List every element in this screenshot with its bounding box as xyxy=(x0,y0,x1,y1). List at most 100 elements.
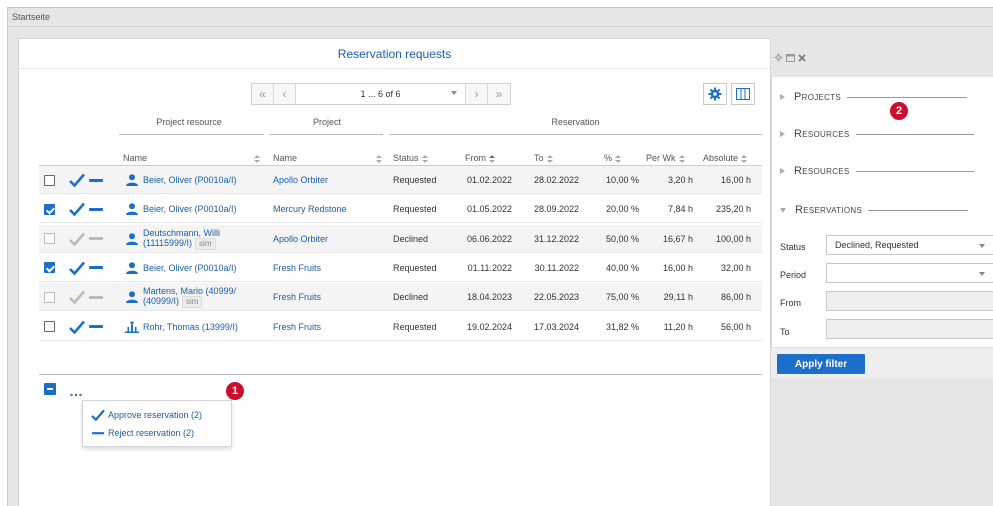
page-select[interactable]: 1 ... 6 of 6 xyxy=(296,84,466,104)
table-row[interactable]: Martens, Mario (40999/(40999/I) sim Fresh … xyxy=(39,283,762,312)
columns-icon xyxy=(736,88,750,100)
resource-link[interactable]: Deutschmann, Willi (11115999/I) sim xyxy=(125,225,220,253)
reject-icon[interactable] xyxy=(89,178,103,182)
to-cell: 31.12.2022 xyxy=(533,233,579,244)
table-row[interactable]: Deutschmann, Willi (11115999/I) sim Apollo … xyxy=(39,224,762,253)
page-select-value: 1 ... 6 of 6 xyxy=(360,89,401,99)
col-label: Name xyxy=(273,153,298,163)
resource-link[interactable]: Beier, Oliver (P0010a/I) xyxy=(125,195,237,223)
reservation-requests-panel: Reservation requests « ‹ 1 ... 6 of 6 › … xyxy=(18,38,771,506)
section-projects[interactable]: Projects xyxy=(780,89,968,105)
col-header-per-wk[interactable]: Per Wk xyxy=(646,153,685,163)
from-cell: 19.02.2024 xyxy=(466,321,512,332)
to-cell: 28.02.2022 xyxy=(533,175,579,185)
section-reservations[interactable]: Reservations xyxy=(780,202,969,218)
section-label: Projects xyxy=(794,91,842,103)
sim-badge: sim xyxy=(182,296,203,309)
status-cell: Requested xyxy=(393,262,437,273)
row-checkbox[interactable] xyxy=(44,233,55,245)
col-header-absolute[interactable]: Absolute xyxy=(703,153,748,163)
period-select[interactable] xyxy=(826,263,993,283)
to-date-field[interactable] xyxy=(826,319,993,339)
apply-filter-button[interactable]: Apply filter xyxy=(777,354,865,374)
col-header-resource-name[interactable]: Name xyxy=(123,153,147,163)
chevron-down-icon xyxy=(979,272,985,276)
breadcrumb[interactable]: Startseite xyxy=(12,12,50,22)
col-label: Per Wk xyxy=(646,153,676,163)
gear-icon xyxy=(708,87,722,101)
col-header-status[interactable]: Status xyxy=(393,153,428,163)
project-link[interactable]: Fresh Fruits xyxy=(273,322,321,332)
last-page-button[interactable]: » xyxy=(488,84,510,104)
col-header-to[interactable]: To xyxy=(534,153,553,163)
project-link[interactable]: Fresh Fruits xyxy=(273,292,321,302)
col-header-percent[interactable]: % xyxy=(604,153,622,163)
filter-panel-toolbar xyxy=(771,38,824,77)
more-actions-icon[interactable]: … xyxy=(69,383,84,399)
checkmark-icon xyxy=(91,409,105,421)
row-checkbox[interactable] xyxy=(44,203,55,215)
approve-icon[interactable] xyxy=(69,320,85,334)
close-icon[interactable] xyxy=(798,53,806,62)
row-checkbox[interactable] xyxy=(44,321,55,332)
resource-link[interactable]: Martens, Mario (40999/(40999/I) sim xyxy=(125,283,236,311)
filter-actions-bar: Apply filter xyxy=(771,347,993,378)
from-date-field[interactable] xyxy=(826,291,993,311)
table-row[interactable]: Rohr, Thomas (13999/I) Fresh Fruits Reques… xyxy=(39,313,762,341)
reject-reservation-menu-item[interactable]: Reject reservation (2) xyxy=(91,424,223,442)
pager: « ‹ 1 ... 6 of 6 › » xyxy=(251,83,511,105)
to-cell: 22.05.2023 xyxy=(533,292,579,303)
approve-icon[interactable] xyxy=(69,173,85,187)
status-select-value: Declined, Requested xyxy=(835,240,919,250)
reject-icon[interactable] xyxy=(89,266,103,270)
section-resources-2[interactable]: Resources xyxy=(780,163,974,179)
gear-icon[interactable] xyxy=(774,53,783,62)
resource-link[interactable]: Beier, Oliver (P0010a/I) xyxy=(125,254,237,282)
reject-icon[interactable] xyxy=(89,325,103,328)
person-icon xyxy=(126,203,138,216)
from-label: From xyxy=(780,298,801,308)
col-label: Status xyxy=(393,153,419,163)
divider xyxy=(855,170,974,172)
table-row[interactable]: Beier, Oliver (P0010a/I) Apollo Orbiter Re… xyxy=(39,166,762,194)
divider xyxy=(847,96,968,98)
resource-link[interactable]: Beier, Oliver (P0010a/I) xyxy=(125,166,237,194)
maximize-icon[interactable] xyxy=(786,53,795,62)
section-resources-1[interactable]: Resources xyxy=(780,126,974,142)
col-label: Absolute xyxy=(703,153,739,163)
row-checkbox[interactable] xyxy=(44,262,55,274)
absolute-cell: 235,20 h xyxy=(715,204,751,215)
col-header-project-name[interactable]: Name xyxy=(273,153,297,163)
expand-icon xyxy=(780,131,785,137)
project-link[interactable]: Apollo Orbiter xyxy=(273,175,328,185)
group-header-resource: Project resource xyxy=(156,117,222,127)
project-link[interactable]: Mercury Redstone xyxy=(273,204,347,214)
divider xyxy=(868,209,969,211)
table-row[interactable]: Beier, Oliver (P0010a/I) Fresh Fruits Requ… xyxy=(39,254,762,282)
approve-icon[interactable] xyxy=(69,261,85,275)
reject-icon[interactable] xyxy=(89,207,103,211)
approve-reservation-menu-item[interactable]: Approve reservation (2) xyxy=(91,406,223,424)
chevron-down-icon xyxy=(451,91,457,95)
col-header-from[interactable]: From xyxy=(465,153,495,163)
prev-page-button[interactable]: ‹ xyxy=(274,84,296,104)
table-row[interactable]: Beier, Oliver (P0010a/I) Mercury Redstone… xyxy=(39,195,762,224)
row-checkbox[interactable] xyxy=(44,291,55,303)
settings-button[interactable] xyxy=(703,83,727,105)
select-all-checkbox[interactable] xyxy=(44,383,56,395)
percent-cell: 20,00 % xyxy=(605,204,639,215)
project-link[interactable]: Fresh Fruits xyxy=(273,263,321,273)
resource-link[interactable]: Rohr, Thomas (13999/I) xyxy=(125,313,238,341)
approve-icon[interactable] xyxy=(69,202,85,217)
group-header-reservation: Reservation xyxy=(551,117,600,127)
row-checkbox[interactable] xyxy=(44,174,55,186)
absolute-cell: 86,00 h xyxy=(720,292,751,303)
resource-name: Deutschmann, Willi xyxy=(143,227,221,238)
columns-button[interactable] xyxy=(731,83,755,105)
project-link[interactable]: Apollo Orbiter xyxy=(273,234,328,244)
next-page-button[interactable]: › xyxy=(466,84,488,104)
from-cell: 01.02.2022 xyxy=(466,175,512,185)
first-page-button[interactable]: « xyxy=(252,84,274,104)
status-select[interactable]: Declined, Requested xyxy=(826,235,993,255)
col-label: Name xyxy=(123,153,148,163)
